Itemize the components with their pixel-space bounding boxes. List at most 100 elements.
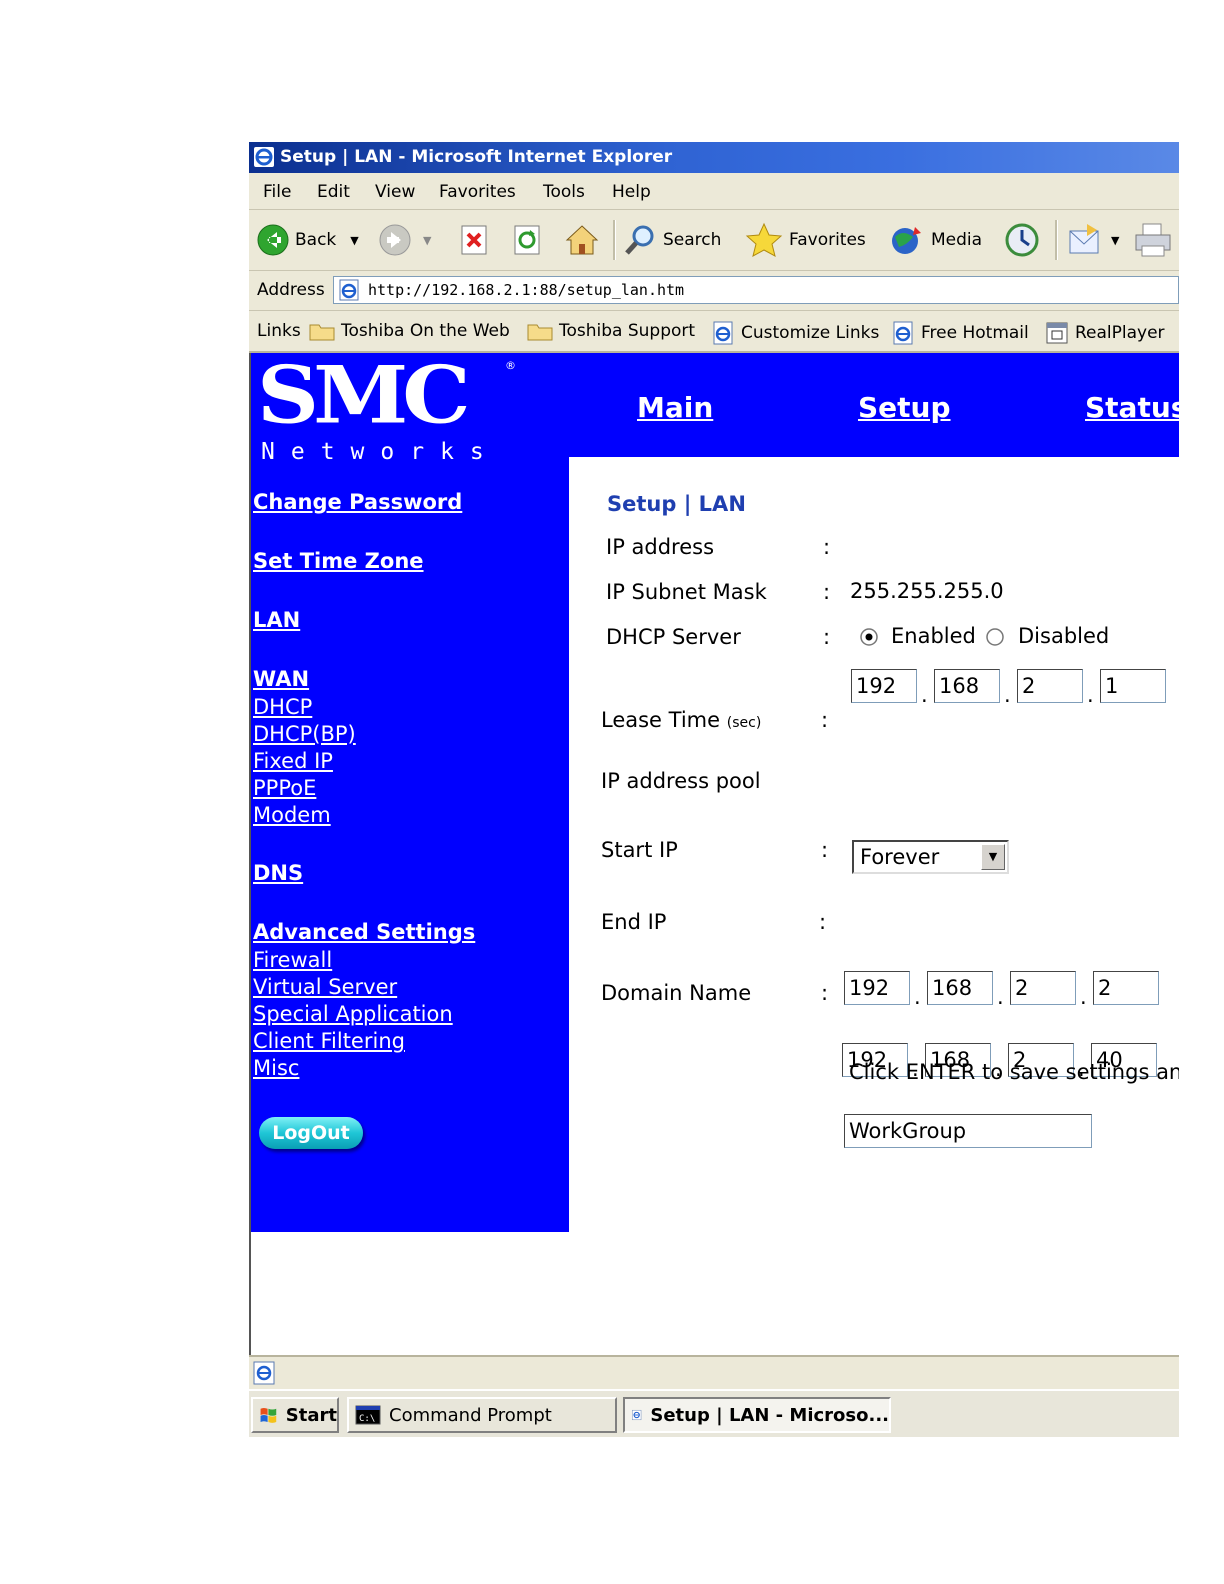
dhcp-enabled-radio[interactable] [859, 627, 879, 647]
nav-main[interactable]: Main [637, 391, 713, 424]
folder-icon [309, 324, 335, 341]
sidebar-wan-modem[interactable]: Modem [253, 803, 331, 827]
search-button[interactable]: Search [623, 224, 721, 256]
dot: . [1080, 985, 1087, 1009]
page-icon [339, 279, 359, 301]
logout-button[interactable]: LogOut [259, 1117, 363, 1149]
link-toshiba-web[interactable]: Toshiba On the Web [309, 321, 510, 341]
history-icon [1005, 223, 1039, 257]
link-toshiba-support[interactable]: Toshiba Support [527, 321, 695, 341]
sidebar-advanced-settings[interactable]: Advanced Settings [253, 920, 475, 944]
link-realplayer[interactable]: RealPlayer [1045, 321, 1165, 345]
forward-button[interactable]: ▼ [379, 224, 431, 256]
task-label: Command Prompt [389, 1404, 552, 1426]
sidebar-dns[interactable]: DNS [253, 861, 303, 885]
search-label: Search [663, 230, 722, 250]
ip-octet-4[interactable]: 1 [1100, 669, 1166, 703]
dhcp-disabled-radio[interactable] [985, 627, 1005, 647]
ip-octet-3[interactable]: 2 [1017, 669, 1083, 703]
ip-octet-1[interactable]: 192 [851, 669, 917, 703]
lease-time-value: Forever [860, 845, 940, 869]
sidebar-change-password[interactable]: Change Password [253, 490, 462, 514]
nav-setup[interactable]: Setup [858, 391, 951, 424]
link-hotmail[interactable]: Free Hotmail [891, 321, 1029, 345]
sidebar-wan[interactable]: WAN [253, 667, 309, 691]
start-ip-octet-2[interactable]: 168 [927, 971, 993, 1005]
ip-address-label: IP address [606, 535, 715, 559]
lease-time-label: Lease Time (sec) [601, 708, 761, 732]
media-button[interactable]: Media [889, 224, 982, 256]
task-label: Setup | LAN - Microso... [650, 1404, 889, 1426]
dot: . [914, 985, 921, 1009]
mail-button[interactable]: ▼ [1067, 224, 1119, 256]
forward-dropdown-icon[interactable]: ▼ [423, 234, 431, 247]
start-ip-octet-3[interactable]: 2 [1010, 971, 1076, 1005]
lease-time-text: Lease Time [601, 708, 721, 732]
lease-time-unit: (sec) [726, 715, 762, 731]
menu-favorites[interactable]: Favorites [439, 182, 516, 202]
back-arrow-icon [257, 224, 289, 256]
mail-icon [1069, 224, 1099, 254]
ie-page-icon [893, 321, 913, 345]
colon: : [821, 981, 829, 1005]
start-ip-label: Start IP [601, 838, 678, 862]
favorites-button[interactable]: Favorites [745, 222, 866, 257]
nav-status[interactable]: Status [1085, 391, 1179, 424]
status-bar [249, 1355, 1179, 1389]
sidebar-firewall[interactable]: Firewall [253, 948, 332, 972]
sidebar-misc[interactable]: Misc [253, 1056, 299, 1080]
stop-button[interactable] [459, 224, 489, 256]
link-customize[interactable]: Customize Links [711, 321, 879, 345]
domain-name-input[interactable]: WorkGroup [844, 1114, 1092, 1148]
menu-tools[interactable]: Tools [543, 182, 585, 202]
start-label: Start [285, 1404, 337, 1426]
taskbar: Start C:\ Command Prompt Setup | LAN - M… [249, 1389, 1179, 1437]
browser-window: Setup | LAN - Microsoft Internet Explore… [249, 142, 1179, 1437]
sidebar-client-filtering[interactable]: Client Filtering [253, 1029, 405, 1053]
menu-file[interactable]: File [263, 182, 291, 202]
menu-help[interactable]: Help [612, 182, 651, 202]
start-button[interactable]: Start [251, 1397, 339, 1433]
dhcp-enabled-label: Enabled [891, 624, 976, 648]
search-icon [625, 225, 654, 255]
menu-bar: File Edit View Favorites Tools Help [249, 173, 1179, 210]
menu-view[interactable]: View [375, 182, 415, 202]
dhcp-server-label: DHCP Server [606, 625, 741, 649]
back-label: Back [295, 230, 337, 250]
sidebar-background [251, 457, 569, 1232]
back-button[interactable]: Back ▼ [257, 224, 359, 256]
start-ip-octet-4[interactable]: 2 [1093, 971, 1159, 1005]
refresh-button[interactable] [512, 224, 542, 256]
ie-page-icon [713, 321, 733, 345]
home-button[interactable] [564, 224, 600, 256]
refresh-icon [514, 225, 540, 255]
menu-edit[interactable]: Edit [317, 182, 350, 202]
sidebar-set-time-zone[interactable]: Set Time Zone [253, 549, 424, 573]
media-icon [892, 227, 921, 254]
toolbar-separator [613, 220, 616, 260]
ie-icon [254, 147, 274, 167]
ie-page-icon [253, 1361, 275, 1385]
stop-icon [461, 225, 487, 255]
task-setup-lan[interactable]: Setup | LAN - Microso... [623, 1397, 891, 1433]
task-command-prompt[interactable]: C:\ Command Prompt [347, 1397, 617, 1433]
history-button[interactable] [1003, 223, 1041, 257]
sidebar-wan-pppoe[interactable]: PPPoE [253, 776, 316, 800]
address-input[interactable]: http://192.168.2.1:88/setup_lan.htm [333, 276, 1179, 304]
address-bar: Address http://192.168.2.1:88/setup_lan.… [249, 271, 1179, 311]
sidebar-wan-dhcp[interactable]: DHCP [253, 695, 312, 719]
sidebar-wan-fixed-ip[interactable]: Fixed IP [253, 749, 333, 773]
folder-icon [527, 324, 553, 341]
print-button[interactable] [1133, 223, 1173, 257]
sidebar-special-application[interactable]: Special Application [253, 1002, 453, 1026]
back-dropdown-icon[interactable]: ▼ [350, 234, 358, 247]
start-ip-octet-1[interactable]: 192 [844, 971, 910, 1005]
lease-time-select[interactable]: Forever ▼ [852, 840, 1009, 874]
sidebar-wan-dhcpbp[interactable]: DHCP(BP) [253, 722, 356, 746]
sidebar-virtual-server[interactable]: Virtual Server [253, 975, 397, 999]
home-icon [565, 225, 599, 255]
sidebar-lan[interactable]: LAN [253, 608, 300, 632]
ip-octet-2[interactable]: 168 [934, 669, 1000, 703]
chevron-down-icon[interactable]: ▼ [981, 844, 1005, 870]
mail-dropdown-icon[interactable]: ▼ [1111, 234, 1119, 247]
